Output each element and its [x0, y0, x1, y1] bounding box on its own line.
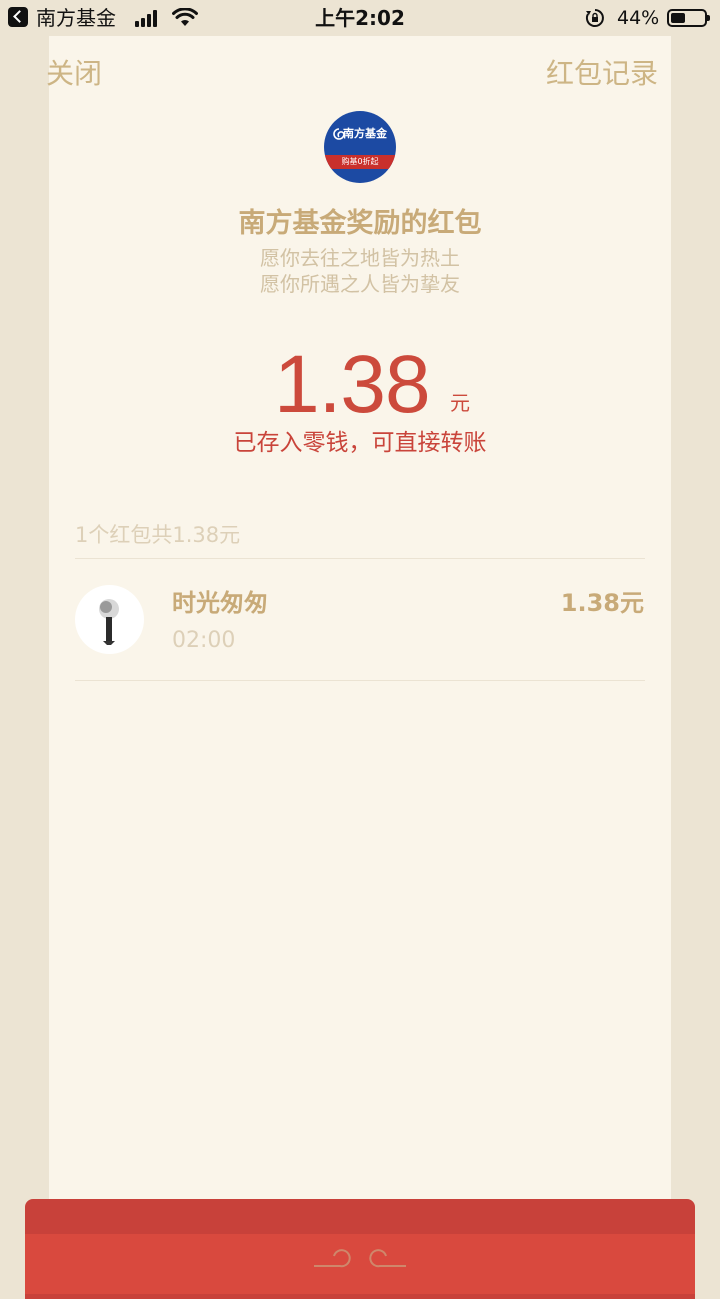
record-name: 时光匆匆	[172, 589, 268, 617]
wish-line-2: 愿你所遇之人皆为挚友	[260, 272, 460, 296]
stored-to-wallet-link[interactable]: 已存入零钱，可直接转账	[0, 428, 720, 458]
battery-icon	[667, 9, 710, 27]
records-summary: 1个红包共1.38元	[75, 523, 241, 547]
sender-logo: 南方基金 购基0折起	[324, 111, 396, 183]
rotation-lock-icon	[585, 9, 604, 27]
status-time: 上午2:02	[315, 6, 405, 30]
divider	[75, 558, 645, 559]
received-amount: 1.38	[274, 339, 431, 430]
envelope-ornament-icon	[314, 1249, 406, 1268]
close-button[interactable]: 关闭	[46, 56, 102, 92]
avatar-image	[99, 599, 119, 645]
red-envelope-records-button[interactable]: 红包记录	[546, 56, 658, 92]
divider	[75, 680, 645, 681]
record-time: 02:00	[172, 628, 236, 653]
logo-slogan: 购基0折起	[324, 155, 396, 169]
amount-unit: 元	[450, 391, 470, 415]
battery-percent: 44%	[617, 7, 660, 29]
wish-line-1: 愿你去往之地皆为热土	[260, 246, 460, 270]
avatar[interactable]	[75, 585, 144, 654]
logo-text: 南方基金	[343, 127, 387, 140]
status-bar: 南方基金 上午2:02 44%	[0, 0, 720, 36]
envelope-title: 南方基金奖励的红包	[238, 208, 482, 239]
record-amount: 1.38元	[560, 589, 644, 617]
battery-fill	[671, 13, 685, 23]
